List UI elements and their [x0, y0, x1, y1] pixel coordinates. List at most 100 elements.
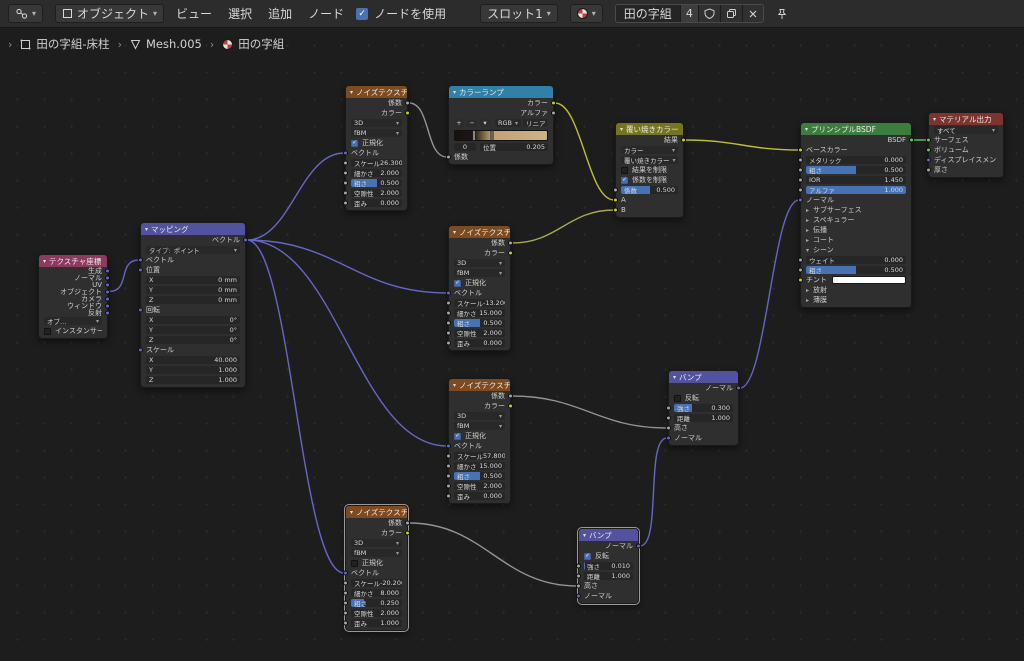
socket-mapping-rotation[interactable] [138, 307, 143, 313]
node-editor-canvas[interactable]: › 田の字組-床柱 › Mesh.005 › 田の字組 ▾ テクスチャ座標 生成 ノー… [0, 28, 1024, 661]
socket-noise3-scale[interactable] [446, 453, 451, 459]
collapse-icon[interactable]: ▾ [453, 89, 456, 96]
collapse-icon[interactable]: ▾ [43, 258, 46, 265]
socket-noise2-lacunarity[interactable] [446, 330, 451, 336]
rot_y-field[interactable]: Y 0° [146, 326, 240, 334]
ramp-stop-index-field[interactable]: 0 [454, 143, 476, 151]
socket-output-surface[interactable] [926, 137, 931, 143]
use-nodes-checkbox[interactable]: ✓ ノードを使用 [356, 5, 446, 22]
socket-texcoord-uv[interactable] [105, 282, 110, 287]
socket-output-volume[interactable] [926, 147, 931, 153]
menu-select[interactable]: 選択 [228, 5, 252, 22]
socket-noise3-vector_in[interactable] [446, 443, 451, 449]
wire-noise3.fac-bump1.height[interactable] [511, 395, 668, 429]
data_type-dropdown[interactable]: カラー ▾ [621, 146, 678, 154]
strength-field[interactable]: 強さ 0.300 [674, 404, 733, 412]
noise_type-dropdown[interactable]: fBM ▾ [454, 269, 505, 277]
scale-field[interactable]: スケール 57.800 [454, 452, 505, 460]
distortion-field[interactable]: 歪み 1.000 [351, 619, 402, 627]
socket-noise1-color[interactable] [405, 110, 410, 116]
from_instancer-checkbox[interactable] [44, 327, 51, 335]
node-noise2[interactable]: ▾ノイズテクスチャ係数カラー3D▾fBM▾✓正規化ベクトルスケール-13.200… [446, 225, 513, 351]
socket-noise3-roughness[interactable] [446, 473, 451, 479]
scale_x-field[interactable]: X 40.000 [146, 356, 240, 364]
socket-noise4-lacunarity[interactable] [343, 610, 348, 616]
socket-principled-normal[interactable] [798, 197, 803, 203]
roughness-field[interactable]: 粗さ 0.500 [454, 319, 505, 327]
socket-bump2-normal_in[interactable] [576, 593, 581, 599]
object-mode-dropdown[interactable]: オブジェクト ▾ [55, 4, 165, 23]
lacunarity-field[interactable]: 空隙性 2.000 [454, 482, 505, 490]
lacunarity-field[interactable]: 空隙性 2.000 [351, 189, 402, 197]
material-browse-dropdown[interactable]: ▾ [569, 4, 603, 23]
socket-noise1-fac[interactable] [405, 100, 410, 106]
socket-bump1-distance[interactable] [666, 415, 671, 421]
socket-principled-ior[interactable] [798, 177, 803, 183]
socket-noise4-scale[interactable] [343, 580, 348, 586]
node-noise1[interactable]: ▾ノイズテクスチャ係数カラー3D▾fBM▾✓正規化ベクトルスケール26.300細… [343, 85, 410, 211]
node-bump1[interactable]: ▾ バンプ ノーマル 反転 強さ 0.300 距離 1.000 高さ ノーマル [666, 370, 741, 446]
type-dropdown[interactable]: タイプ: ポイント ▾ [146, 246, 240, 254]
noise_type-dropdown[interactable]: fBM ▾ [454, 422, 505, 430]
panel_specular[interactable]: ▸ スペキュラー [801, 215, 911, 225]
socket-noise3-fac[interactable] [508, 393, 513, 399]
ramp-position-field[interactable]: 位置 0.205 [480, 143, 548, 151]
roughness-field[interactable]: 粗さ 0.500 [806, 166, 906, 174]
node-principled[interactable]: ▾ プリンシプルBSDF BSDF ベースカラー メタリック 0.000 粗さ 0.500 IO… [798, 122, 914, 308]
rot_x-field[interactable]: X 0° [146, 316, 240, 324]
node-texcoord[interactable]: ▾ テクスチャ座標 生成 ノーマル UV オブジェクト カメラ ウィンドウ 反射 オブ… ▾ インスタ… [38, 254, 110, 339]
node-bump2[interactable]: ▾ バンプ ノーマル ✓ 反転 強さ 0.010 距離 1.000 高さ ノーマル [576, 527, 641, 605]
socket-mapping-vector_in[interactable] [138, 257, 143, 263]
breadcrumb-object[interactable]: 田の字組-床柱 [20, 36, 110, 52]
material-users-count[interactable]: 4 [679, 5, 698, 22]
roughness-field[interactable]: 粗さ 0.500 [454, 472, 505, 480]
socket-noise3-color[interactable] [508, 403, 513, 409]
socket-mapping-location[interactable] [138, 267, 143, 273]
socket-mix-b[interactable] [613, 207, 618, 213]
breadcrumb-material[interactable]: 田の字組 [222, 36, 284, 52]
chevron-right-icon[interactable]: › [8, 38, 12, 51]
sheen_weight-field[interactable]: ウェイト 0.000 [806, 256, 906, 264]
socket-noise4-vector_in[interactable] [343, 570, 348, 576]
panel_emission[interactable]: ▸ 放射 [801, 285, 911, 295]
socket-principled-sheen_roughness[interactable] [798, 267, 803, 273]
panel_thinfilm[interactable]: ▸ 薄膜 [801, 295, 911, 305]
wire-mix.result-principled.basecolor[interactable] [684, 139, 800, 151]
node-noise3[interactable]: ▾ノイズテクスチャ係数カラー3D▾fBM▾✓正規化ベクトルスケール57.800細… [446, 378, 513, 504]
wire-mapping.vector_out-noise4.vector_in[interactable] [246, 239, 345, 574]
material-name-field[interactable]: 田の字組 [616, 5, 680, 22]
normalize-checkbox[interactable] [351, 559, 358, 567]
fake-user-button[interactable] [697, 5, 720, 22]
socket-noise1-detail[interactable] [343, 170, 348, 176]
socket-principled-bsdf[interactable] [909, 137, 914, 143]
socket-ramp-color[interactable] [551, 100, 556, 106]
socket-noise2-detail[interactable] [446, 310, 451, 316]
normalize-checkbox[interactable]: ✓ [454, 432, 461, 440]
roughness-field[interactable]: 粗さ 0.500 [351, 179, 402, 187]
socket-mapping-vector_out[interactable] [243, 237, 248, 243]
ior-field[interactable]: IOR 1.450 [806, 176, 906, 184]
wire-ramp.color-mix.a[interactable] [554, 102, 615, 201]
socket-principled-basecolor[interactable] [798, 147, 803, 153]
dimensions-dropdown[interactable]: 3D ▾ [351, 539, 402, 547]
socket-principled-sheen_tint[interactable] [798, 277, 803, 283]
ramp-options-button[interactable]: ▾ [480, 119, 490, 127]
collapse-icon[interactable]: ▾ [583, 532, 586, 539]
panel_sheen[interactable]: ▾ シーン [801, 245, 911, 255]
socket-bump1-normal_in[interactable] [666, 435, 671, 441]
lacunarity-field[interactable]: 空隙性 2.000 [454, 329, 505, 337]
socket-texcoord-normal[interactable] [105, 275, 110, 280]
socket-noise2-roughness[interactable] [446, 320, 451, 326]
strength-field[interactable]: 強さ 0.010 [584, 562, 633, 570]
factor-field[interactable]: 係数 0.500 [621, 186, 678, 194]
panel_transmission[interactable]: ▸ 伝播 [801, 225, 911, 235]
wire-bump1.normal-principled.normal[interactable] [739, 199, 800, 389]
collapse-icon[interactable]: ▾ [145, 226, 148, 233]
socket-noise4-fac[interactable] [405, 520, 410, 526]
socket-texcoord-camera[interactable] [105, 296, 110, 301]
dimensions-dropdown[interactable]: 3D ▾ [454, 412, 505, 420]
collapse-icon[interactable]: ▾ [933, 116, 936, 123]
socket-noise1-roughness[interactable] [343, 180, 348, 186]
collapse-icon[interactable]: ▾ [350, 89, 353, 96]
socket-principled-metallic[interactable] [798, 157, 803, 163]
